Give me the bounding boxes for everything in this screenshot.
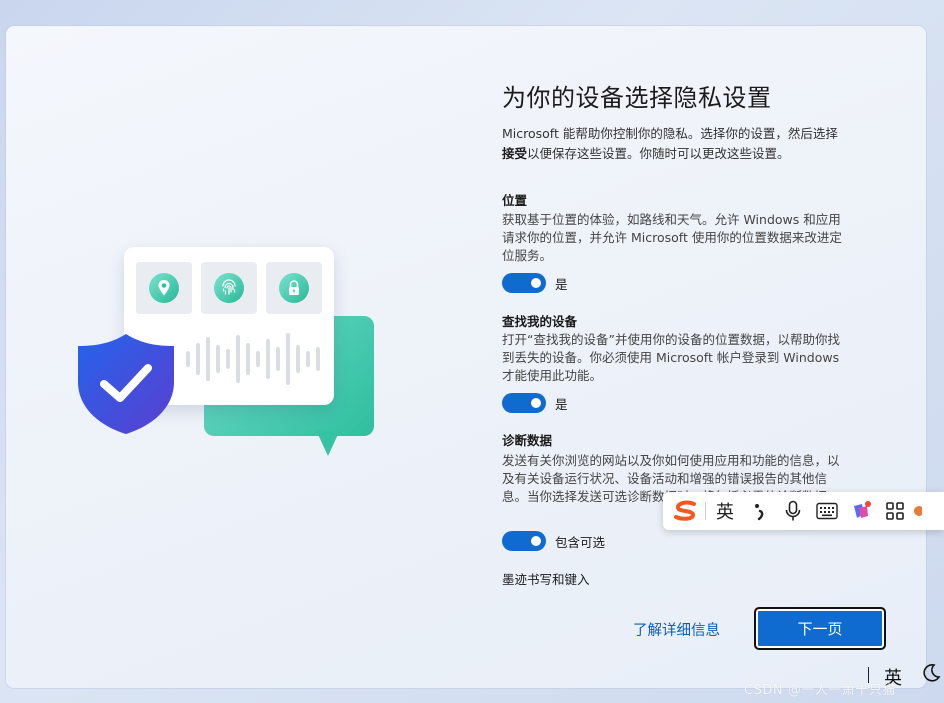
- location-toggle-label: 是: [555, 276, 568, 292]
- toggle-knob: [531, 278, 541, 288]
- toolbar-separator: [705, 502, 706, 520]
- keyboard-icon[interactable]: [810, 492, 844, 530]
- find-my-device-toggle-label: 是: [555, 396, 568, 412]
- location-tile: [136, 262, 192, 314]
- apps-grid-icon[interactable]: [878, 492, 912, 530]
- section-title-find-my-device: 查找我的设备: [502, 314, 578, 329]
- toggle-knob: [531, 536, 541, 546]
- fingerprint-tile: [201, 262, 257, 314]
- page-title: 为你的设备选择隐私设置: [502, 84, 772, 112]
- learn-more-link[interactable]: 了解详细信息: [633, 619, 720, 640]
- skin-icon[interactable]: [844, 492, 878, 530]
- punctuation-icon[interactable]: [742, 492, 776, 530]
- privacy-illustration: [70, 240, 390, 470]
- toggle-knob: [531, 398, 541, 408]
- microphone-icon[interactable]: [776, 492, 810, 530]
- watermark-text: CSDN @一人一萧十只猫: [744, 683, 896, 698]
- section-title-location: 位置: [502, 193, 528, 208]
- section-body-location: 获取基于位置的体验，如路线和天气。允许 Windows 和应用请求你的位置，并允…: [502, 212, 842, 263]
- location-toggle-row[interactable]: 是: [502, 273, 568, 293]
- lock-tile: [266, 262, 322, 314]
- next-button[interactable]: 下一页: [754, 607, 886, 650]
- chat-bubble-tail: [316, 430, 340, 456]
- lock-icon: [279, 273, 309, 303]
- shield-check-icon: [78, 334, 174, 434]
- section-body-find-my-device: 打开“查找我的设备”并使用你的设备的位置数据，以帮助你找到丢失的设备。你必须使用…: [502, 332, 840, 383]
- sogou-s-icon[interactable]: [669, 492, 703, 530]
- intro-accept-word: 接受: [502, 146, 528, 161]
- section-title-inking-typing: 墨迹书写和键入: [502, 572, 590, 587]
- location-pin-icon: [149, 273, 179, 303]
- soundwave-graphic: [186, 333, 320, 385]
- fingerprint-icon: [214, 273, 244, 303]
- privacy-settings-content: 为你的设备选择隐私设置 Microsoft 能帮助你控制你的隐私。选择你的设置，…: [502, 78, 882, 587]
- find-my-device-toggle-row[interactable]: 是: [502, 393, 568, 413]
- diagnostic-data-toggle[interactable]: [502, 531, 546, 551]
- ime-language-toggle[interactable]: 英: [708, 492, 742, 530]
- diagnostic-data-toggle-row[interactable]: 包含可选: [502, 531, 605, 551]
- ime-toolbar: 英: [663, 492, 944, 530]
- moon-icon[interactable]: [920, 662, 942, 684]
- section-title-diagnostic-data: 诊断数据: [502, 433, 553, 448]
- diagnostic-data-toggle-label: 包含可选: [555, 534, 606, 550]
- intro-line-1: Microsoft 能帮助你控制你的隐私。选择你的设置，然后选择: [502, 126, 838, 141]
- location-toggle[interactable]: [502, 273, 546, 293]
- intro-line-2: 以便保存这些设置。你随时可以更改这些设置。: [527, 146, 790, 161]
- ime-extra-icon[interactable]: [912, 492, 932, 530]
- find-my-device-toggle[interactable]: [502, 393, 546, 413]
- intro-text: Microsoft 能帮助你控制你的隐私。选择你的设置，然后选择 接受以便保存这些…: [502, 124, 877, 164]
